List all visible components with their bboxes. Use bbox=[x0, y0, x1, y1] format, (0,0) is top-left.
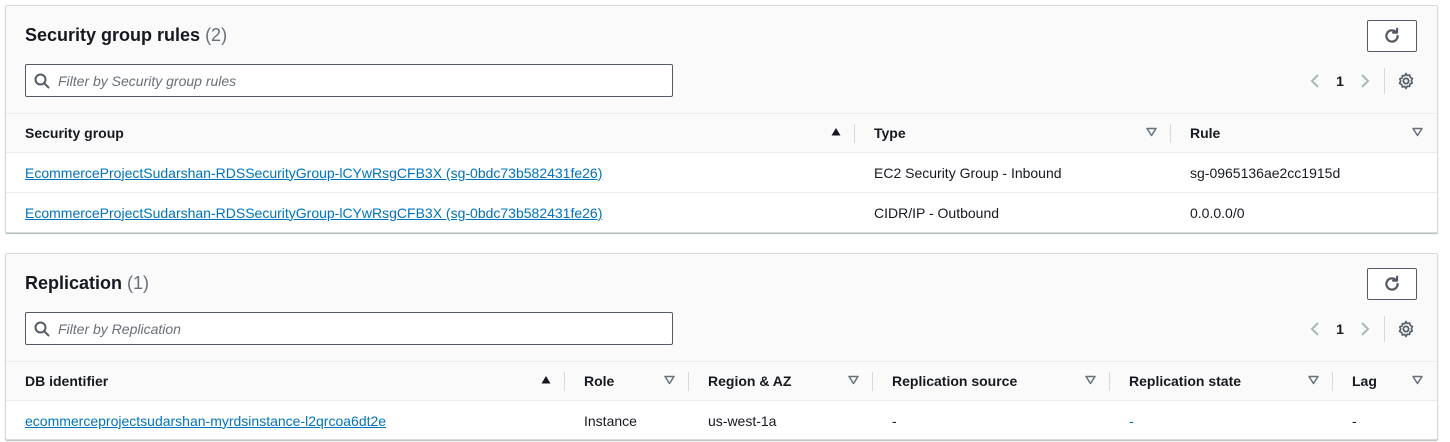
security-group-rules-table: Security group Type Rule EcommerceProjec… bbox=[6, 113, 1437, 233]
sort-ascending-icon[interactable] bbox=[831, 127, 841, 137]
panel-title-text: Replication bbox=[25, 273, 123, 293]
sort-unsorted-icon[interactable] bbox=[848, 375, 859, 385]
column-label: DB identifier bbox=[25, 373, 109, 389]
table-header-row: Security group Type Rule bbox=[6, 113, 1437, 153]
search-icon bbox=[34, 73, 50, 89]
column-header-region-az[interactable]: Region & AZ bbox=[689, 361, 873, 401]
security-group-rules-header: Security group rules (2) 1 bbox=[6, 6, 1437, 113]
sort-unsorted-icon[interactable] bbox=[1085, 375, 1096, 385]
sort-unsorted-icon[interactable] bbox=[1308, 375, 1319, 385]
next-page-button[interactable] bbox=[1352, 312, 1378, 345]
cell-type: EC2 Security Group - Inbound bbox=[855, 152, 1171, 193]
gear-icon bbox=[1398, 72, 1414, 89]
column-label: Rule bbox=[1190, 125, 1221, 141]
refresh-button[interactable] bbox=[1367, 20, 1417, 52]
sort-unsorted-icon[interactable] bbox=[1146, 127, 1157, 137]
panel-title: Security group rules (2) bbox=[25, 25, 227, 46]
column-label: Type bbox=[874, 125, 906, 141]
column-label: Lag bbox=[1352, 373, 1377, 389]
page-number[interactable]: 1 bbox=[1328, 73, 1352, 89]
search-input[interactable] bbox=[58, 65, 658, 96]
column-header-replication-state[interactable]: Replication state bbox=[1110, 361, 1333, 401]
cell-role: Instance bbox=[584, 412, 637, 429]
column-header-replication-source[interactable]: Replication source bbox=[873, 361, 1110, 401]
column-label: Replication state bbox=[1129, 373, 1242, 389]
cell-db-identifier: ecommerceprojectsudarshan-myrdsinstance-… bbox=[6, 401, 565, 440]
column-header-role[interactable]: Role bbox=[565, 361, 689, 401]
cell-rule: sg-0965136ae2cc1915d bbox=[1171, 152, 1437, 193]
table-header-row: DB identifier Role Region & AZ Replicati… bbox=[6, 361, 1437, 401]
column-label: Role bbox=[584, 373, 615, 389]
replication-header: Replication (1) 1 bbox=[6, 254, 1437, 361]
panel-title: Replication (1) bbox=[25, 273, 149, 294]
page-number[interactable]: 1 bbox=[1328, 321, 1352, 337]
replication-state-value: - bbox=[1129, 412, 1134, 429]
table-row: EcommerceProjectSudarshan-RDSSecurityGro… bbox=[6, 152, 1437, 193]
column-header-db-identifier[interactable]: DB identifier bbox=[6, 361, 565, 401]
previous-page-button[interactable] bbox=[1302, 64, 1328, 97]
search-input[interactable] bbox=[58, 313, 658, 344]
db-identifier-link[interactable]: ecommerceprojectsudarshan-myrdsinstance-… bbox=[25, 413, 386, 429]
cell-rule: 0.0.0.0/0 bbox=[1190, 204, 1245, 221]
chevron-left-icon bbox=[1310, 321, 1319, 336]
column-header-lag[interactable]: Lag bbox=[1333, 361, 1437, 401]
cell-security-group: EcommerceProjectSudarshan-RDSSecurityGro… bbox=[6, 193, 855, 233]
preferences-button[interactable] bbox=[1395, 64, 1417, 97]
chevron-left-icon bbox=[1310, 73, 1319, 88]
refresh-button[interactable] bbox=[1367, 268, 1417, 300]
previous-page-button[interactable] bbox=[1302, 312, 1328, 345]
replication-panel: Replication (1) 1 bbox=[5, 253, 1438, 440]
pagination: 1 bbox=[1302, 64, 1417, 97]
gear-icon bbox=[1398, 320, 1414, 337]
cell-region-az: us-west-1a bbox=[708, 412, 777, 429]
pager-divider bbox=[1384, 315, 1385, 342]
column-header-rule[interactable]: Rule bbox=[1171, 113, 1437, 153]
column-label: Replication source bbox=[892, 373, 1018, 389]
chevron-right-icon bbox=[1361, 73, 1370, 88]
filter-security-group-rules[interactable] bbox=[25, 64, 673, 97]
preferences-button[interactable] bbox=[1395, 312, 1417, 345]
cell-type: CIDR/IP - Outbound bbox=[874, 204, 1000, 221]
sort-unsorted-icon[interactable] bbox=[664, 375, 675, 385]
sort-ascending-icon[interactable] bbox=[541, 375, 551, 385]
cell-security-group: EcommerceProjectSudarshan-RDSSecurityGro… bbox=[6, 152, 855, 193]
panel-count: (1) bbox=[127, 273, 150, 293]
refresh-icon bbox=[1385, 275, 1399, 291]
search-icon bbox=[34, 321, 50, 337]
security-group-link[interactable]: EcommerceProjectSudarshan-RDSSecurityGro… bbox=[25, 205, 602, 221]
pager-divider bbox=[1384, 67, 1385, 94]
sort-unsorted-icon[interactable] bbox=[1412, 375, 1423, 385]
security-group-link[interactable]: EcommerceProjectSudarshan-RDSSecurityGro… bbox=[25, 165, 602, 181]
chevron-right-icon bbox=[1361, 321, 1370, 336]
refresh-icon bbox=[1385, 27, 1399, 43]
filter-replication[interactable] bbox=[25, 312, 673, 345]
table-row: EcommerceProjectSudarshan-RDSSecurityGro… bbox=[6, 193, 1437, 233]
replication-table: DB identifier Role Region & AZ Replicati… bbox=[6, 361, 1437, 440]
column-header-type[interactable]: Type bbox=[855, 113, 1171, 153]
column-label: Region & AZ bbox=[708, 373, 792, 389]
cell-replication-state: - bbox=[1110, 401, 1333, 440]
cell-lag: - bbox=[1352, 412, 1357, 429]
security-group-rules-panel: Security group rules (2) 1 bbox=[5, 5, 1438, 233]
column-label: Security group bbox=[25, 125, 124, 141]
panel-title-text: Security group rules bbox=[25, 25, 201, 45]
table-row: ecommerceprojectsudarshan-myrdsinstance-… bbox=[6, 401, 1437, 440]
cell-replication-source: - bbox=[892, 412, 897, 429]
column-header-security-group[interactable]: Security group bbox=[6, 113, 855, 153]
pagination: 1 bbox=[1302, 312, 1417, 345]
panel-count: (2) bbox=[205, 25, 228, 45]
sort-unsorted-icon[interactable] bbox=[1412, 127, 1423, 137]
next-page-button[interactable] bbox=[1352, 64, 1378, 97]
